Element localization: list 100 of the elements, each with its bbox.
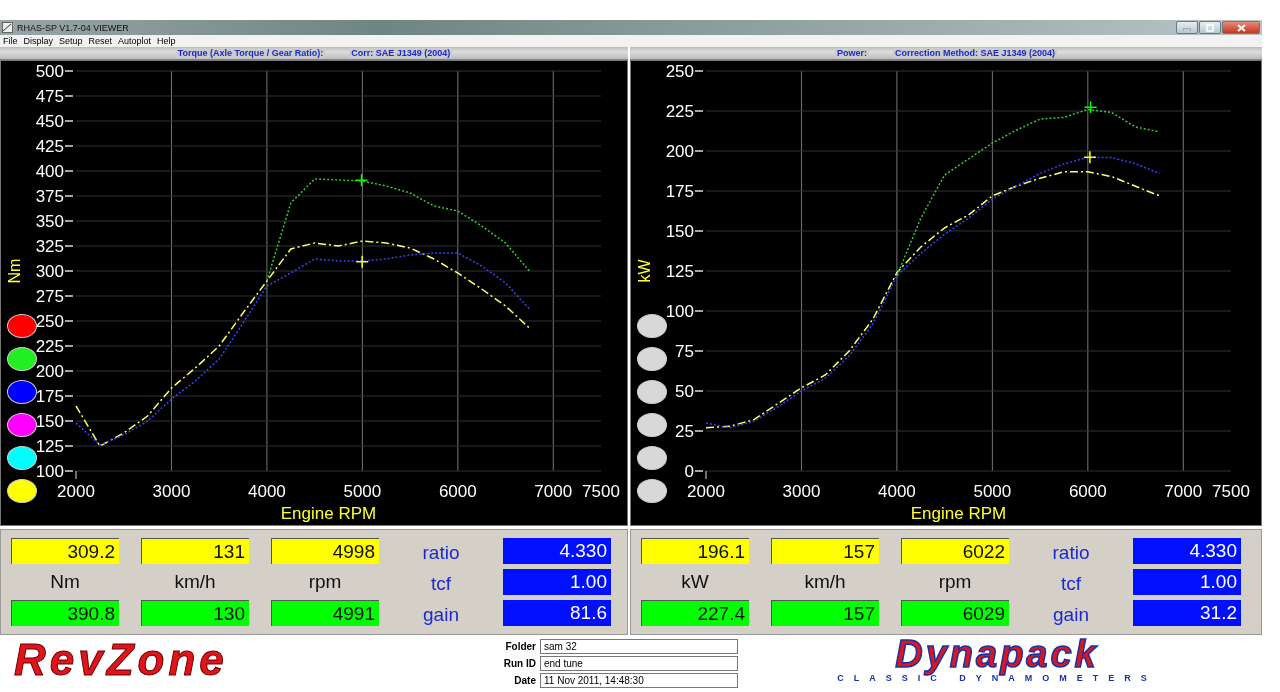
value-field: 157: [771, 538, 879, 564]
tick-label: 225: [35, 337, 64, 356]
tick-mark: [694, 150, 704, 152]
tick-mark: [64, 70, 74, 72]
menu-item[interactable]: Autoplot: [118, 36, 152, 46]
value-field: 309.2: [11, 538, 119, 564]
tick-mark: [64, 395, 74, 397]
tick-label: 25: [675, 422, 694, 441]
tick-mark: [694, 350, 704, 352]
input-field[interactable]: 11 Nov 2011, 14:48:30: [540, 673, 738, 688]
tick-label: 250: [35, 312, 64, 331]
axis-title: Engine RPM: [910, 504, 1007, 523]
tick-label: 7000: [1164, 482, 1203, 501]
tick-mark: [64, 145, 74, 147]
tick-mark: [64, 270, 74, 272]
tick-mark: [694, 190, 704, 192]
tick-mark: [694, 470, 704, 472]
tick-label: 7500: [1212, 482, 1250, 501]
factor-value: 1.00: [503, 569, 611, 595]
tick-mark: [64, 320, 74, 322]
run-button[interactable]: [637, 314, 667, 338]
tick-mark: [64, 170, 74, 172]
tick-label: 450: [35, 112, 64, 131]
tick-label: 2000: [57, 482, 95, 501]
run-button[interactable]: [637, 347, 667, 371]
run-button[interactable]: [7, 446, 37, 470]
tick-label: 5000: [343, 482, 382, 501]
run-button[interactable]: [7, 479, 37, 503]
factor-value: 4.330: [503, 538, 611, 564]
value-field: 4991: [271, 600, 379, 626]
minimize-button[interactable]: [1176, 21, 1198, 34]
tick-label: 425: [35, 137, 64, 156]
run-button[interactable]: [637, 446, 667, 470]
tick-label: 7500: [582, 482, 620, 501]
tick-mark: [694, 430, 704, 432]
menu-item[interactable]: Reset: [88, 36, 113, 46]
tick-label: 5000: [973, 482, 1012, 501]
value-field: 390.8: [11, 600, 119, 626]
menu-item[interactable]: Setup: [59, 36, 83, 46]
tick-mark: [694, 270, 704, 272]
brand-logo: Dynapack: [895, 635, 1099, 673]
tick-label: 4000: [248, 482, 286, 501]
window-title: RHAS-SP V1.7-04 VIEWER: [17, 22, 130, 33]
chart-header: Corr: SAE J1349 (2004): [349, 48, 453, 58]
menu-item[interactable]: File: [3, 36, 18, 46]
run-button[interactable]: [7, 314, 37, 338]
tick-label: 325: [35, 237, 64, 256]
tick-label: 200: [35, 362, 64, 381]
input-field[interactable]: sam 32: [540, 639, 738, 654]
tick-label: 125: [35, 437, 64, 456]
tick-label: 125: [665, 262, 694, 281]
field-label: Folder: [504, 641, 536, 652]
tick-label: 275: [35, 287, 64, 306]
tick-mark: [694, 310, 704, 312]
tick-label: 175: [35, 387, 64, 406]
tick-mark: [64, 295, 74, 297]
run-button[interactable]: [637, 380, 667, 404]
factor-label: ratio: [1051, 541, 1091, 564]
run-button[interactable]: [7, 413, 37, 437]
axis-title: Nm: [6, 258, 23, 284]
tick-label: 7000: [534, 482, 573, 501]
value-field: 227.4: [641, 600, 749, 626]
tick-label: 150: [665, 222, 694, 241]
tick-label: 50: [675, 382, 694, 401]
unit-label: kW: [680, 570, 710, 594]
tick-mark: [64, 95, 74, 97]
tick-label: 150: [35, 412, 64, 431]
run-button[interactable]: [7, 380, 37, 404]
run-button[interactable]: [7, 347, 37, 371]
tick-label: 350: [35, 212, 64, 231]
run-button[interactable]: [637, 413, 667, 437]
tick-label: 3000: [782, 482, 821, 501]
input-field[interactable]: end tune: [540, 656, 738, 671]
tick-mark: [64, 470, 74, 472]
tick-label: 2000: [687, 482, 725, 501]
menu-item[interactable]: Help: [157, 36, 176, 46]
tick-label: 225: [665, 102, 694, 121]
value-field: 196.1: [641, 538, 749, 564]
maximize-button[interactable]: [1199, 21, 1221, 34]
run-button[interactable]: [637, 479, 667, 503]
axis-title: kW: [636, 259, 653, 283]
chart-header: Correction Method: SAE J1349 (2004): [893, 48, 1058, 58]
tick-label: 200: [665, 142, 694, 161]
tick-label: 6000: [438, 482, 477, 501]
chart-header: Power:: [834, 48, 869, 58]
tick-mark: [64, 370, 74, 372]
factor-label: tcf: [1059, 572, 1083, 595]
close-icon: [1236, 23, 1246, 32]
tick-label: 0: [684, 462, 694, 481]
tick-label: 500: [35, 62, 64, 81]
menu-item[interactable]: Display: [23, 36, 54, 46]
cursor-marker: [354, 173, 369, 187]
factor-label: ratio: [421, 541, 461, 564]
unit-label: rpm: [937, 570, 973, 594]
factor-label: gain: [422, 603, 460, 626]
value-field: 4998: [271, 538, 379, 564]
factor-value: 81.6: [503, 600, 611, 626]
close-button[interactable]: [1222, 21, 1260, 34]
tick-label: 300: [35, 262, 64, 281]
field-label: Run ID: [502, 658, 536, 669]
